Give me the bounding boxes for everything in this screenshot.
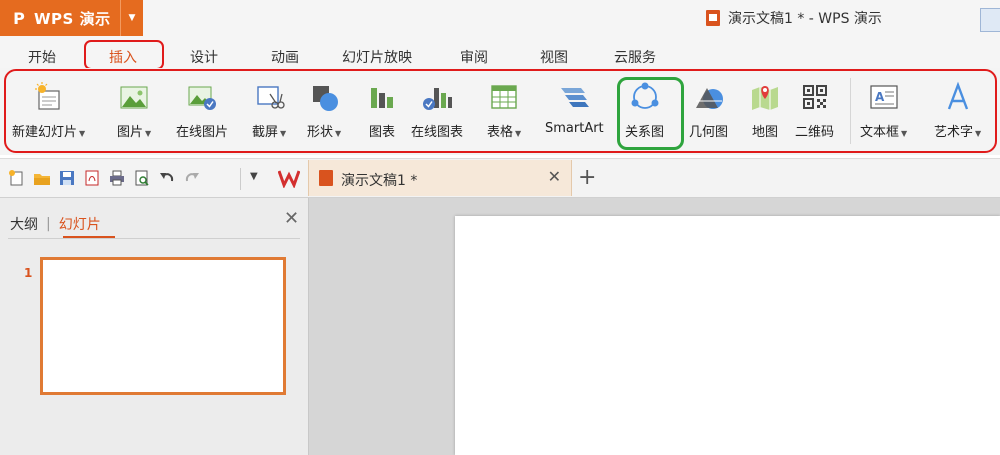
toolbar-separator bbox=[240, 168, 241, 190]
insert-tab-highlight bbox=[84, 40, 164, 70]
slide-thumbnail[interactable] bbox=[40, 257, 286, 395]
tab-design[interactable]: 设计 bbox=[190, 47, 218, 67]
open-folder-icon[interactable] bbox=[33, 169, 51, 187]
app-name: WPS 演示 bbox=[34, 9, 111, 28]
document-tab-label: 演示文稿1 * bbox=[341, 173, 418, 189]
tab-animation[interactable]: 动画 bbox=[271, 47, 299, 67]
app-menu-dropdown-icon[interactable]: ▼ bbox=[120, 0, 143, 36]
export-pdf-icon[interactable] bbox=[83, 169, 101, 187]
ribbon-highlight-frame bbox=[4, 69, 997, 153]
tab-view[interactable]: 视图 bbox=[540, 47, 568, 67]
print-icon[interactable] bbox=[108, 169, 126, 187]
title-bar: P WPS 演示 ▼ 演示文稿1 * - WPS 演示 bbox=[0, 0, 1000, 38]
pane-tabs: 大纲 | 幻灯片 bbox=[10, 214, 101, 234]
close-tab-icon[interactable]: ✕ bbox=[548, 167, 561, 186]
window-title-text: 演示文稿1 * - WPS 演示 bbox=[728, 11, 882, 27]
tab-slides[interactable]: 幻灯片 bbox=[59, 214, 101, 234]
close-pane-icon[interactable]: ✕ bbox=[284, 208, 299, 229]
customize-toolbar-chevron-icon[interactable]: ▼ bbox=[250, 171, 258, 182]
wps-logo-icon: P bbox=[13, 8, 25, 28]
redo-icon[interactable] bbox=[183, 169, 201, 187]
tab-home[interactable]: 开始 bbox=[28, 47, 56, 67]
wps-w-icon[interactable] bbox=[278, 168, 300, 188]
pane-tab-separator: | bbox=[46, 216, 51, 232]
print-preview-icon[interactable] bbox=[133, 169, 151, 187]
panel-toggle-icon[interactable] bbox=[980, 8, 1000, 32]
document-tab[interactable]: 演示文稿1 * ✕ bbox=[308, 160, 572, 196]
undo-icon[interactable] bbox=[158, 169, 176, 187]
pane-divider bbox=[8, 238, 300, 239]
tab-slideshow[interactable]: 幻灯片放映 bbox=[342, 47, 412, 67]
slide-number: 1 bbox=[24, 266, 33, 280]
app-menu-button[interactable]: P WPS 演示 ▼ bbox=[0, 0, 143, 36]
window-title: 演示文稿1 * - WPS 演示 bbox=[706, 8, 882, 28]
presentation-file-icon bbox=[319, 170, 333, 186]
tab-review[interactable]: 审阅 bbox=[460, 47, 488, 67]
relation-diagram-highlight bbox=[617, 77, 684, 150]
tab-outline[interactable]: 大纲 bbox=[10, 214, 38, 234]
new-file-icon[interactable] bbox=[8, 169, 26, 187]
presentation-file-icon bbox=[706, 10, 720, 26]
slide-canvas[interactable] bbox=[455, 216, 1000, 455]
new-tab-icon[interactable]: + bbox=[578, 165, 596, 190]
save-icon[interactable] bbox=[58, 169, 76, 187]
tab-cloud-service[interactable]: 云服务 bbox=[614, 47, 656, 67]
